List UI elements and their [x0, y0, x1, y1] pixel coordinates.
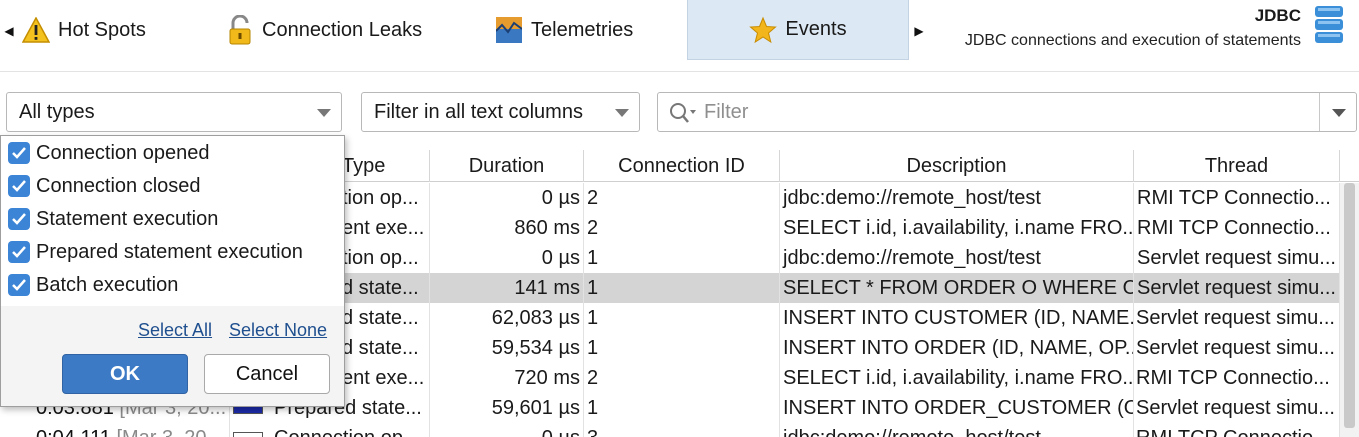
checkbox-label: Connection opened	[36, 141, 210, 164]
cell-conn: 1	[584, 303, 780, 333]
cell-date-value: [Mar 3, 20...	[116, 427, 223, 437]
checkmark-icon	[8, 175, 30, 197]
checkmark-icon	[8, 142, 30, 164]
filter-scope-combo-value: Filter in all text columns	[374, 100, 583, 123]
cell-desc: jdbc:demo://remote_host/test	[780, 243, 1134, 273]
cell-duration: 0 µs	[430, 423, 584, 437]
event-type-checkbox-list: Connection opened Connection closed Stat…	[1, 136, 344, 306]
column-header-description[interactable]: Description	[780, 150, 1134, 182]
divider	[1319, 93, 1320, 131]
tab-label: Events	[785, 18, 847, 40]
cell-desc: INSERT INTO CUSTOMER (ID, NAME...	[780, 303, 1134, 333]
cell-thread: Servlet request simu...	[1134, 243, 1340, 273]
column-header-duration[interactable]: Duration	[430, 150, 584, 182]
event-type-popup: Connection opened Connection closed Stat…	[0, 135, 345, 407]
chevron-down-icon	[615, 109, 629, 117]
cell-desc: jdbc:demo://remote_host/test	[780, 423, 1134, 437]
view-tab-bar: ◀ Hot Spots Connection Leaks Telemetries…	[0, 0, 1359, 72]
cell-duration: 59,534 µs	[430, 333, 584, 363]
select-all-link[interactable]: Select All	[138, 320, 212, 341]
cell-thread: Servlet request simu...	[1134, 273, 1340, 303]
tab-events[interactable]: Events	[687, 0, 909, 60]
tab-label: Telemetries	[531, 18, 634, 41]
select-none-link[interactable]: Select None	[229, 320, 327, 341]
cell-duration: 59,601 µs	[430, 393, 584, 423]
column-header-thread[interactable]: Thread	[1134, 150, 1340, 182]
checkmark-icon	[8, 208, 30, 230]
star-icon	[749, 16, 778, 44]
database-icon	[1313, 4, 1345, 46]
filter-scope-combo[interactable]: Filter in all text columns	[361, 92, 640, 132]
cell-desc: INSERT INTO ORDER (ID, NAME, OP...	[780, 333, 1134, 363]
cell-desc: SELECT i.id, i.availability, i.name FRO.…	[780, 213, 1134, 243]
chevron-down-icon	[317, 109, 331, 117]
cell-thread: RMI TCP Connectio...	[1134, 213, 1340, 243]
checkbox-label: Batch execution	[36, 273, 179, 296]
checkmark-icon	[8, 274, 30, 296]
table-row[interactable]: 0:04.111 [Mar 3, 20...Connection op...0 …	[0, 423, 1340, 437]
cell-conn: 1	[584, 333, 780, 363]
checkbox-label: Statement execution	[36, 207, 219, 230]
cell-desc: SELECT * FROM ORDER O WHERE O...	[780, 273, 1134, 303]
view-title: JDBC	[1254, 6, 1301, 25]
cell-time: 0:04.111 [Mar 3, 20...	[0, 423, 230, 437]
cell-desc: INSERT INTO ORDER_CUSTOMER (O...	[780, 393, 1134, 423]
scroll-tabs-right-icon[interactable]: ▶	[912, 24, 926, 38]
scrollbar-thumb[interactable]	[1344, 183, 1355, 428]
cell-conn: 2	[584, 183, 780, 213]
cell-conn: 1	[584, 273, 780, 303]
filter-history-dropdown-icon[interactable]	[1332, 109, 1346, 117]
cell-duration: 141 ms	[430, 273, 584, 303]
cell-thread: RMI TCP Connectio...	[1134, 423, 1340, 437]
event-type-combo-value: All types	[19, 100, 95, 123]
tab-label: Connection Leaks	[262, 18, 423, 41]
cell-desc: SELECT i.id, i.availability, i.name FRO.…	[780, 363, 1134, 393]
cell-thread: Servlet request simu...	[1134, 333, 1340, 363]
warning-icon	[22, 16, 50, 44]
column-header-connection-id[interactable]: Connection ID	[584, 150, 780, 182]
checkbox-prepared-statement-execution[interactable]: Prepared statement execution	[8, 237, 303, 267]
search-icon	[668, 101, 698, 125]
checkbox-label: Connection closed	[36, 174, 201, 197]
tab-hot-spots[interactable]: Hot Spots	[8, 0, 198, 60]
checkmark-icon	[8, 241, 30, 263]
vertical-scrollbar[interactable]	[1340, 183, 1359, 437]
cell-time-value: 0:04.111	[36, 427, 111, 437]
view-header: JDBC JDBC connections and execution of s…	[965, 6, 1301, 50]
cell-conn: 2	[584, 363, 780, 393]
cell-conn: 1	[584, 393, 780, 423]
filter-placeholder: Filter	[704, 101, 749, 123]
unlocked-padlock-icon	[226, 15, 254, 45]
cell-duration: 0 µs	[430, 243, 584, 273]
cell-conn: 3	[584, 423, 780, 437]
tab-telemetries[interactable]: Telemetries	[481, 0, 661, 60]
checkbox-label: Prepared statement execution	[36, 240, 303, 263]
cell-duration: 860 ms	[430, 213, 584, 243]
tab-label: Hot Spots	[58, 18, 146, 41]
checkbox-batch-execution[interactable]: Batch execution	[8, 270, 178, 300]
cell-conn: 2	[584, 213, 780, 243]
ok-button[interactable]: OK	[62, 354, 188, 394]
cancel-button[interactable]: Cancel	[204, 354, 330, 394]
cell-type: Connection op...	[230, 423, 430, 437]
tab-connection-leaks[interactable]: Connection Leaks	[212, 0, 452, 60]
cell-duration: 62,083 µs	[430, 303, 584, 333]
cell-thread: RMI TCP Connectio...	[1134, 183, 1340, 213]
view-subtitle: JDBC connections and execution of statem…	[964, 32, 1301, 49]
filter-input[interactable]: Filter	[657, 92, 1357, 132]
cell-desc: jdbc:demo://remote_host/test	[780, 183, 1134, 213]
cell-thread: Servlet request simu...	[1134, 393, 1340, 423]
telemetry-chart-icon	[495, 16, 523, 44]
cell-conn: 1	[584, 243, 780, 273]
checkbox-connection-opened[interactable]: Connection opened	[8, 138, 209, 168]
cell-thread: Servlet request simu...	[1134, 303, 1340, 333]
event-type-combo[interactable]: All types	[6, 92, 342, 132]
cell-duration: 0 µs	[430, 183, 584, 213]
checkbox-connection-closed[interactable]: Connection closed	[8, 171, 201, 201]
checkbox-statement-execution[interactable]: Statement execution	[8, 204, 218, 234]
cell-thread: RMI TCP Connectio...	[1134, 363, 1340, 393]
cell-duration: 720 ms	[430, 363, 584, 393]
